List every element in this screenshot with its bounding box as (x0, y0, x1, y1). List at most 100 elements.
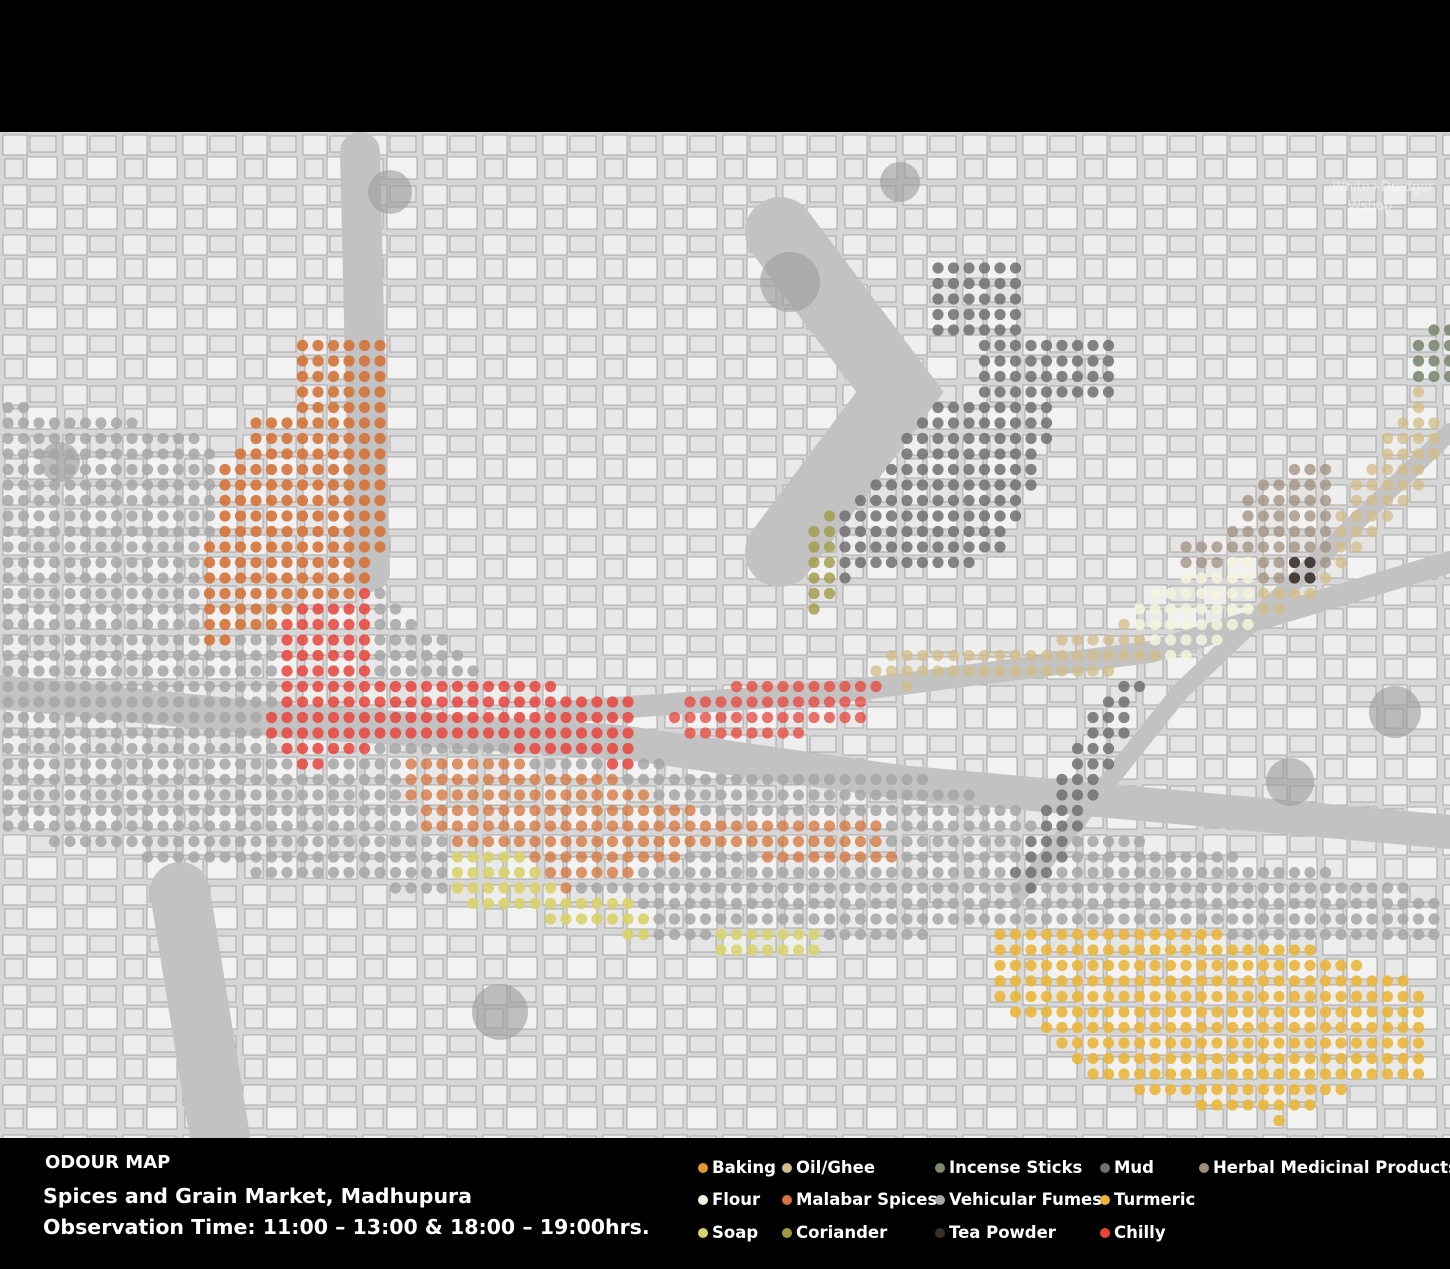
legend-item-mud: Mud (1100, 1158, 1154, 1177)
odour-dot (653, 882, 665, 894)
odour-dot (172, 463, 185, 476)
odour-dot (467, 835, 479, 848)
odour-dot (1087, 355, 1099, 367)
odour-dot (265, 773, 278, 786)
odour-dot (854, 711, 867, 724)
odour-dot (1257, 1083, 1270, 1096)
odour-dot (1319, 479, 1332, 491)
odour-dot (1025, 417, 1037, 429)
odour-dot (48, 820, 61, 832)
odour-dot (591, 742, 603, 755)
odour-dot (358, 665, 371, 677)
odour-dot (405, 804, 417, 817)
map-canvas[interactable]: White+Dredger Wshop (0, 132, 1450, 1138)
odour-dot (1087, 758, 1099, 770)
legend-item-chilly: Chilly (1100, 1223, 1166, 1242)
odour-dot (606, 882, 619, 894)
odour-dot (746, 804, 758, 817)
odour-dot (250, 851, 262, 863)
odour-dot (1087, 959, 1099, 972)
odour-dot (17, 634, 30, 646)
odour-dot (1273, 1006, 1285, 1018)
odour-dot (1164, 587, 1177, 600)
odour-dot (48, 773, 61, 786)
odour-map[interactable]: White+Dredger Wshop (0, 132, 1450, 1138)
odour-dot (1350, 1021, 1363, 1034)
odour-dot (622, 851, 634, 863)
odour-dot (1319, 1006, 1332, 1018)
odour-dot (947, 401, 960, 414)
odour-dot (1397, 479, 1409, 491)
odour-dot (250, 525, 262, 538)
odour-dot (1102, 696, 1115, 708)
odour-dot (219, 789, 231, 801)
odour-dot (374, 789, 386, 801)
odour-dot (219, 742, 231, 755)
odour-dot (327, 851, 340, 863)
odour-dot (699, 773, 712, 786)
odour-dot (777, 928, 789, 941)
odour-dot (1257, 944, 1270, 956)
odour-dot (529, 727, 541, 739)
odour-dot (1087, 975, 1099, 987)
odour-dot (575, 882, 588, 894)
odour-dot (110, 773, 123, 786)
odour-dot (1381, 1037, 1394, 1049)
odour-dot (312, 820, 324, 832)
odour-dot (1242, 975, 1254, 987)
odour-dot (1056, 866, 1068, 879)
odour-dot (296, 370, 309, 383)
odour-dot (1273, 866, 1285, 879)
odour-dot (1009, 804, 1022, 817)
odour-dot (1087, 1006, 1099, 1018)
odour-dot (17, 789, 30, 801)
odour-dot (916, 510, 929, 522)
odour-dot (343, 711, 355, 724)
odour-dot (157, 556, 169, 569)
odour-dot (947, 649, 960, 662)
odour-dot (312, 696, 324, 708)
odour-dot (48, 510, 61, 522)
odour-dot (374, 603, 386, 615)
odour-dot (281, 773, 293, 786)
odour-dot (343, 835, 355, 848)
odour-dot (1319, 897, 1332, 910)
odour-dot (637, 851, 650, 863)
odour-dot (420, 866, 433, 879)
odour-dot (777, 866, 789, 879)
odour-dot (172, 541, 185, 553)
odour-dot (1273, 1068, 1285, 1080)
odour-dot (575, 913, 588, 925)
odour-dot (203, 479, 216, 491)
odour-dot (901, 928, 913, 941)
odour-dot (1257, 603, 1270, 615)
odour-dot (343, 773, 355, 786)
odour-dot (746, 835, 758, 848)
odour-dot (1350, 1068, 1363, 1080)
odour-dot (312, 417, 324, 429)
odour-dot (1350, 1052, 1363, 1065)
odour-dot (110, 417, 123, 429)
odour-dot (746, 680, 758, 693)
odour-dot (1133, 1006, 1146, 1018)
odour-dot (17, 587, 30, 600)
odour-dot (64, 649, 76, 662)
odour-dot (1071, 913, 1084, 925)
odour-dot (389, 634, 402, 646)
odour-dot (978, 432, 991, 445)
odour-dot (715, 789, 727, 801)
odour-dot (1319, 913, 1332, 925)
odour-dot (1009, 990, 1022, 1003)
tree (1266, 758, 1314, 806)
odour-dot (1040, 1021, 1053, 1034)
odour-dot (141, 727, 154, 739)
odour-dot (17, 417, 30, 429)
odour-dot (498, 851, 510, 863)
odour-dot (1025, 944, 1037, 956)
odour-dot (374, 649, 386, 662)
odour-dot (1071, 990, 1084, 1003)
odour-dot (1056, 804, 1068, 817)
odour-dot (405, 866, 417, 879)
odour-dot (374, 386, 386, 398)
odour-dot (296, 711, 309, 724)
